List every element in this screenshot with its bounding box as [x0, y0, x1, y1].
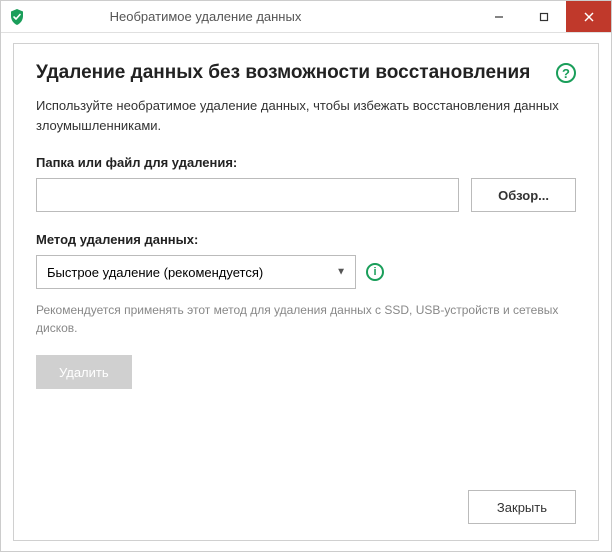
delete-button[interactable]: Удалить: [36, 355, 132, 389]
window-controls: [476, 1, 611, 32]
path-row: Обзор...: [36, 178, 576, 212]
maximize-button[interactable]: [521, 1, 566, 32]
heading-row: Удаление данных без возможности восстано…: [36, 62, 576, 84]
path-input[interactable]: [36, 178, 459, 212]
main-panel: Удаление данных без возможности восстано…: [13, 43, 599, 541]
method-select[interactable]: Быстрое удаление (рекомендуется): [36, 255, 356, 289]
path-label: Папка или файл для удаления:: [36, 155, 576, 170]
method-hint: Рекомендуется применять этот метод для у…: [36, 301, 576, 337]
help-icon[interactable]: ?: [556, 63, 576, 83]
content-area: Удаление данных без возможности восстано…: [1, 33, 611, 551]
info-icon[interactable]: i: [366, 263, 384, 281]
page-title: Удаление данных без возможности восстано…: [36, 62, 530, 84]
method-row: Быстрое удаление (рекомендуется) ▼ i: [36, 255, 576, 289]
method-select-wrap: Быстрое удаление (рекомендуется) ▼: [36, 255, 356, 289]
titlebar: Необратимое удаление данных: [1, 1, 611, 33]
minimize-button[interactable]: [476, 1, 521, 32]
window-title: Необратимое удаление данных: [0, 9, 476, 24]
browse-button[interactable]: Обзор...: [471, 178, 576, 212]
panel-footer: Закрыть: [36, 478, 576, 524]
intro-text: Используйте необратимое удаление данных,…: [36, 96, 576, 135]
method-label: Метод удаления данных:: [36, 232, 576, 247]
close-button[interactable]: Закрыть: [468, 490, 576, 524]
close-window-button[interactable]: [566, 1, 611, 32]
app-window: Необратимое удаление данных Удаление дан…: [0, 0, 612, 552]
